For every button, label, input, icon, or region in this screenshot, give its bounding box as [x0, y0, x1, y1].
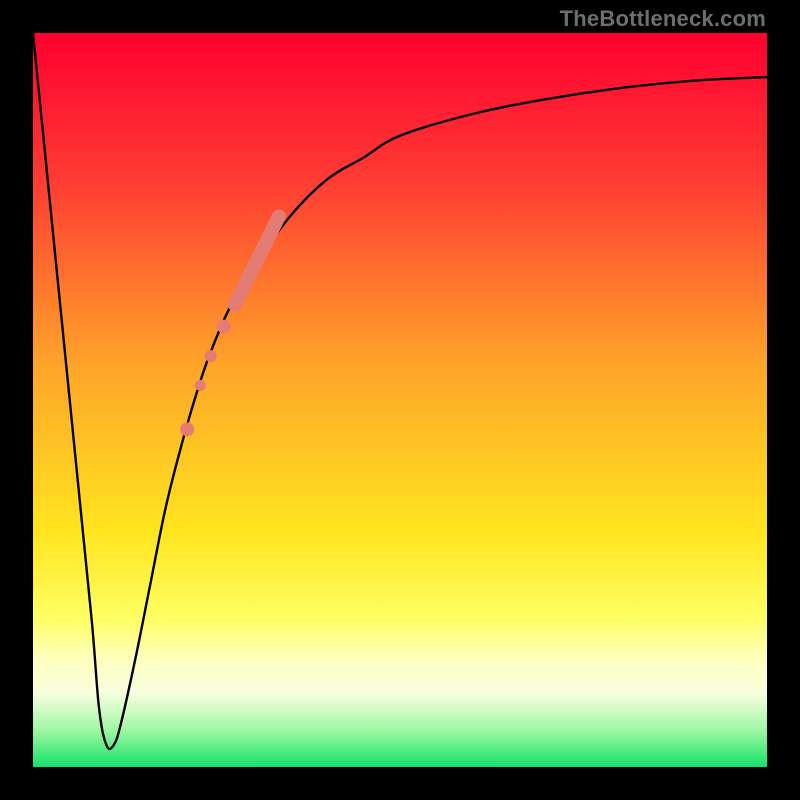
chart-canvas [33, 33, 767, 767]
watermark-text: TheBottleneck.com [560, 6, 766, 32]
chart-frame: TheBottleneck.com [0, 0, 800, 800]
dot-4 [180, 422, 194, 436]
dot-2 [205, 350, 217, 362]
dot-1 [217, 320, 231, 334]
gradient-background [33, 33, 767, 767]
dot-3 [195, 380, 206, 391]
plot-area [33, 33, 767, 767]
